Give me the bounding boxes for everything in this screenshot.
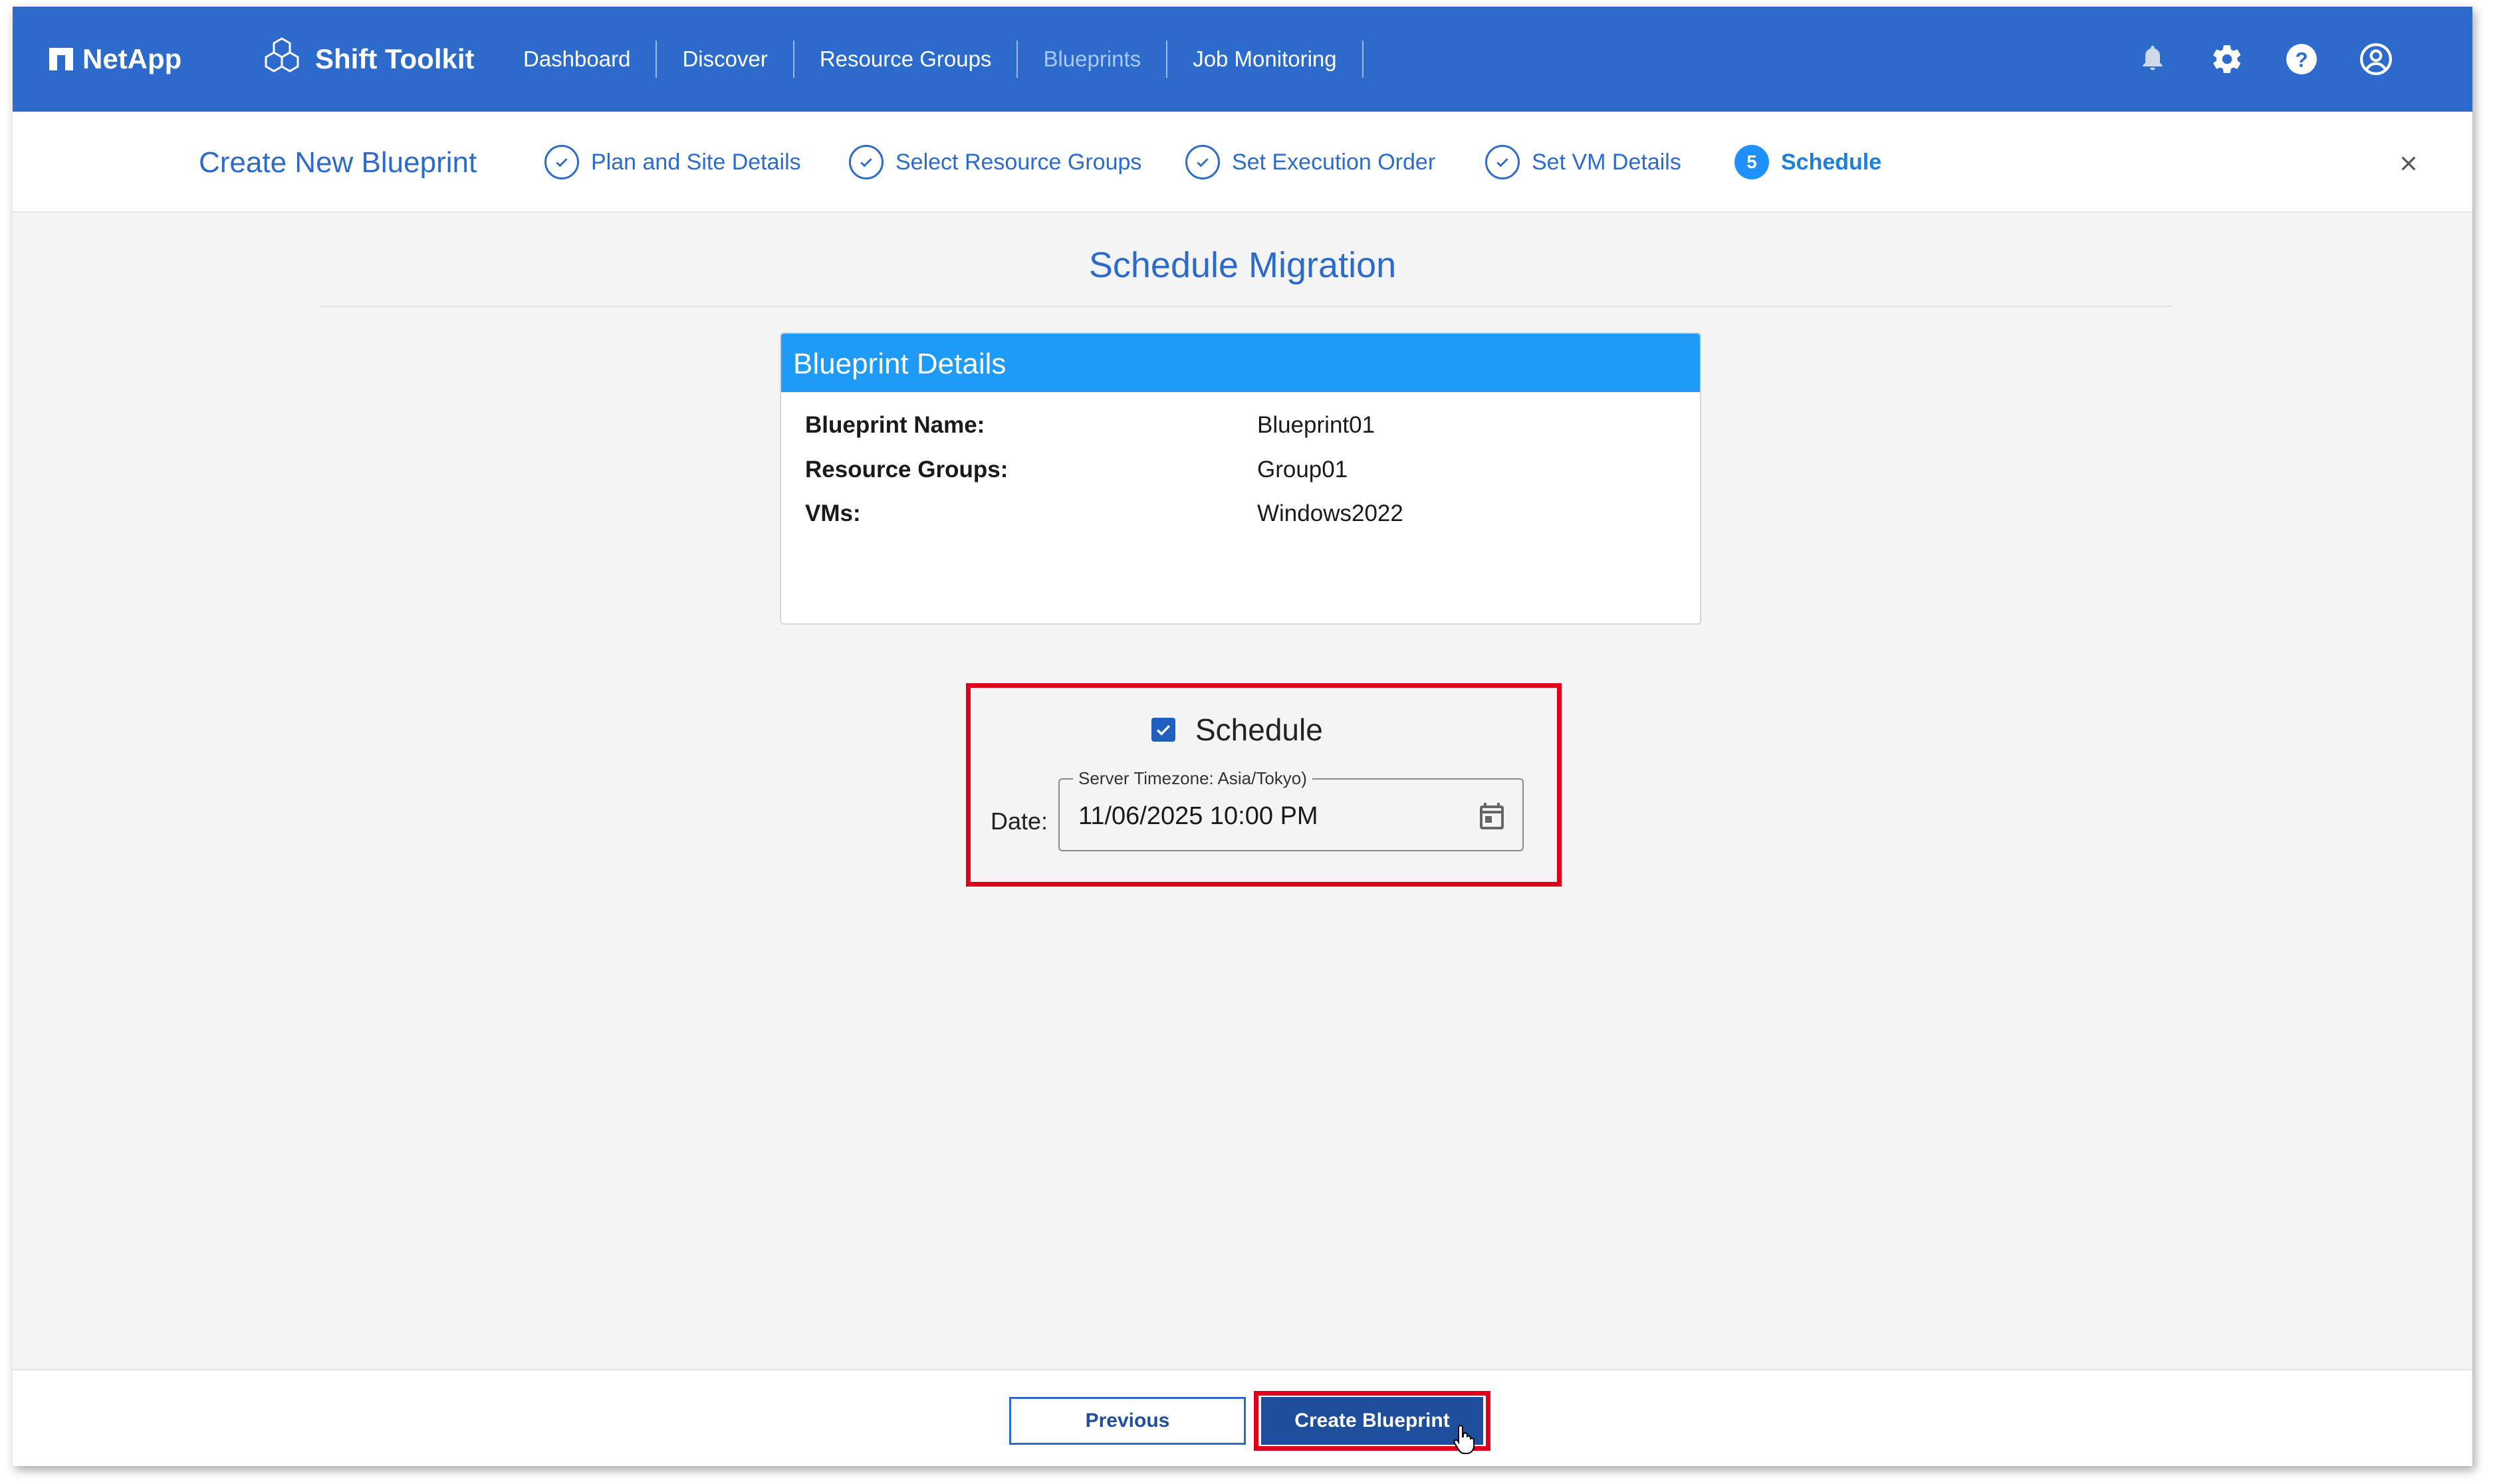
- step-label: Schedule: [1781, 149, 1882, 175]
- top-nav-bar: NetApp Shift Toolkit Dashboard Discover …: [13, 7, 2472, 112]
- netapp-logo-icon: [49, 48, 73, 70]
- check-circle-icon: [1485, 145, 1520, 179]
- help-icon[interactable]: ?: [2285, 43, 2318, 76]
- schedule-checkbox-row[interactable]: Schedule: [1151, 712, 1323, 748]
- check-circle-icon: [544, 145, 579, 179]
- page-title: Schedule Migration: [1088, 245, 1397, 285]
- step-set-execution-order[interactable]: Set Execution Order: [1185, 145, 1435, 179]
- check-circle-icon: [849, 145, 884, 179]
- app-title[interactable]: Shift Toolkit: [261, 7, 475, 112]
- step-set-vm-details[interactable]: Set VM Details: [1485, 145, 1681, 179]
- nav-resource-groups[interactable]: Resource Groups: [794, 41, 1018, 78]
- step-label: Set Execution Order: [1232, 149, 1436, 175]
- schedule-label: Schedule: [1195, 712, 1323, 747]
- close-icon[interactable]: [2398, 153, 2419, 174]
- nav-job-monitoring[interactable]: Job Monitoring: [1167, 41, 1364, 78]
- detail-key: Blueprint Name:: [805, 412, 985, 438]
- netapp-logo[interactable]: NetApp: [49, 7, 181, 112]
- schedule-checkbox[interactable]: [1151, 718, 1175, 742]
- app-window: NetApp Shift Toolkit Dashboard Discover …: [13, 7, 2472, 1466]
- detail-value: Group01: [1257, 457, 1348, 482]
- step-number-badge: 5: [1734, 145, 1769, 179]
- previous-button[interactable]: Previous: [1009, 1397, 1246, 1445]
- step-label: Set VM Details: [1532, 149, 1681, 175]
- hand-cursor-icon: [1451, 1424, 1478, 1455]
- blueprint-details-card: Blueprint Details Blueprint Name: Bluepr…: [780, 332, 1701, 625]
- wizard-stepper-bar: Create New Blueprint Plan and Site Detai…: [13, 112, 2472, 213]
- account-icon[interactable]: [2359, 43, 2393, 76]
- step-schedule[interactable]: 5 Schedule: [1734, 145, 1881, 179]
- calendar-icon[interactable]: [1476, 799, 1508, 833]
- svg-text:?: ?: [2295, 48, 2308, 71]
- detail-key: VMs:: [805, 500, 861, 526]
- create-blueprint-button[interactable]: Create Blueprint: [1261, 1397, 1483, 1445]
- brand-name: NetApp: [82, 43, 182, 74]
- date-value[interactable]: 11/06/2025 10:00 PM: [1078, 802, 1318, 831]
- step-plan-and-site-details[interactable]: Plan and Site Details: [544, 145, 801, 179]
- step-label: Select Resource Groups: [895, 149, 1142, 175]
- app-name: Shift Toolkit: [315, 43, 475, 74]
- wizard-title: Create New Blueprint: [199, 146, 477, 179]
- header-actions: ?: [2136, 7, 2393, 112]
- detail-value: Windows2022: [1257, 500, 1403, 526]
- main-nav: Dashboard Discover Resource Groups Bluep…: [498, 7, 1364, 112]
- nav-discover[interactable]: Discover: [657, 41, 794, 78]
- shift-toolkit-icon: [261, 35, 303, 84]
- gear-icon[interactable]: [2210, 43, 2244, 76]
- detail-value: Blueprint01: [1257, 412, 1375, 438]
- detail-key: Resource Groups:: [805, 457, 1009, 482]
- nav-blueprints[interactable]: Blueprints: [1018, 41, 1168, 78]
- bell-icon[interactable]: [2136, 43, 2169, 76]
- step-select-resource-groups[interactable]: Select Resource Groups: [849, 145, 1141, 179]
- check-circle-icon: [1185, 145, 1220, 179]
- step-label: Plan and Site Details: [591, 149, 801, 175]
- schedule-date-field[interactable]: Server Timezone: Asia/Tokyo) 11/06/2025 …: [1058, 768, 1524, 851]
- nav-dashboard[interactable]: Dashboard: [498, 41, 657, 78]
- divider: [320, 306, 2173, 307]
- date-label: Date:: [991, 807, 1048, 835]
- card-header: Blueprint Details: [781, 334, 1700, 392]
- wizard-footer: Previous Create Blueprint: [13, 1369, 2472, 1466]
- schedule-highlight-box: Schedule Date: Server Timezone: Asia/Tok…: [966, 683, 1562, 887]
- timezone-legend: Server Timezone: Asia/Tokyo): [1073, 768, 1312, 789]
